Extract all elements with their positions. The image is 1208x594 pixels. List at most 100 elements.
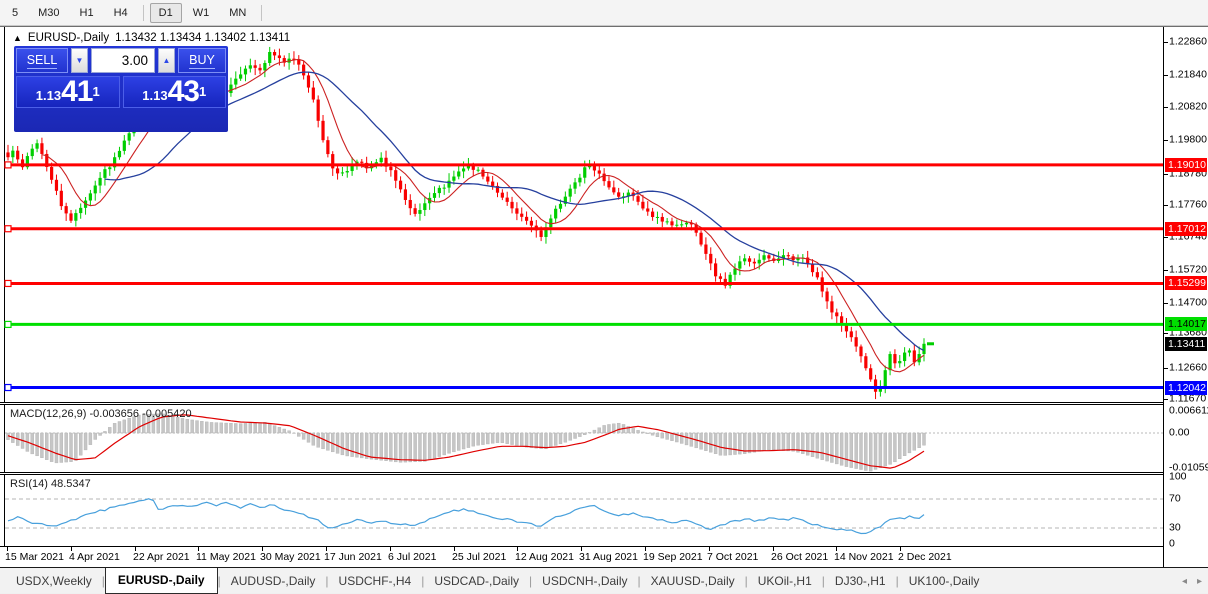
rsi-axis-label: 100 — [1169, 471, 1187, 484]
date-label: 12 Aug 2021 — [515, 551, 574, 563]
toolbar-separator — [143, 5, 144, 21]
chart-tab-usdchf-h4[interactable]: USDCHF-,H4 — [329, 570, 422, 592]
chart-tab-audusd-daily[interactable]: AUDUSD-,Daily — [221, 570, 326, 592]
buy-price-sup: 1 — [199, 77, 206, 107]
price-axis-tick — [1164, 205, 1168, 206]
sell-price-sup: 1 — [92, 77, 99, 107]
date-label: 14 Nov 2021 — [834, 551, 894, 563]
volume-input[interactable]: 3.00 — [91, 48, 155, 73]
timeframe-button-5[interactable]: 5 — [3, 3, 27, 23]
tab-scroll-nav: ◂ ▸ — [1182, 568, 1202, 594]
chevron-up-icon: ▲ — [163, 56, 171, 65]
chart-tab-usdcad-daily[interactable]: USDCAD-,Daily — [424, 570, 529, 592]
chart-tab-usdx-weekly[interactable]: USDX,Weekly — [6, 570, 102, 592]
price-axis[interactable]: 1.228601.218401.208201.198001.187801.177… — [1163, 27, 1208, 568]
buy-button-label: BUY — [189, 53, 215, 69]
timeframe-button-H4[interactable]: H4 — [105, 3, 137, 23]
buy-button[interactable]: BUY — [178, 48, 226, 73]
tab-scroll-left-icon[interactable]: ◂ — [1182, 576, 1187, 587]
price-axis-label: 1.21840 — [1169, 68, 1207, 81]
price-level-label-1.19010: 1.19010 — [1165, 158, 1207, 172]
ohlc-values: 1.13432 1.13434 1.13402 1.13411 — [115, 32, 290, 44]
sell-price-prefix: 1.13 — [36, 87, 61, 105]
price-axis-tick — [1164, 75, 1168, 76]
date-label: 15 Mar 2021 — [5, 551, 64, 563]
date-label: 25 Jul 2021 — [452, 551, 506, 563]
price-axis-tick — [1164, 42, 1168, 43]
hline-handle-1.15299[interactable] — [5, 280, 11, 286]
date-label: 22 Apr 2021 — [133, 551, 190, 563]
price-axis-tick — [1164, 237, 1168, 238]
price-axis-tick — [1164, 174, 1168, 175]
sell-button[interactable]: SELL — [16, 48, 68, 73]
macd-label: MACD(12,26,9) -0.003656 -0.005420 — [10, 408, 192, 420]
hline-handle-1.19010[interactable] — [5, 162, 11, 168]
price-axis-label: 1.22860 — [1169, 35, 1207, 48]
macd-axis-label: 0.006611 — [1169, 405, 1208, 418]
macd-values: -0.003656 -0.005420 — [89, 408, 191, 420]
date-label: 31 Aug 2021 — [579, 551, 638, 563]
price-axis-tick — [1164, 270, 1168, 271]
price-level-label-1.14017: 1.14017 — [1165, 317, 1207, 331]
volume-increase-button[interactable]: ▲ — [158, 48, 175, 73]
chart-tab-dj30-h1[interactable]: DJ30-,H1 — [825, 570, 896, 592]
chart-tab-xauusd-daily[interactable]: XAUUSD-,Daily — [641, 570, 745, 592]
hline-handle-1.17012[interactable] — [5, 226, 11, 232]
chart-tab-uk100-daily[interactable]: UK100-,Daily — [899, 570, 990, 592]
chart-tab-usdcnh-daily[interactable]: USDCNH-,Daily — [532, 570, 637, 592]
current-price-label: 1.13411 — [1165, 337, 1207, 351]
timeframe-button-W1[interactable]: W1 — [184, 3, 219, 23]
rsi-axis-label: 30 — [1169, 522, 1181, 535]
date-label: 7 Oct 2021 — [707, 551, 758, 563]
timeframe-button-MN[interactable]: MN — [220, 3, 255, 23]
date-label: 11 May 2021 — [196, 551, 256, 563]
chart-window[interactable]: ▲ EURUSD-,Daily 1.13432 1.13434 1.13402 … — [0, 26, 1208, 567]
date-label: 4 Apr 2021 — [69, 551, 120, 563]
price-axis-tick — [1164, 368, 1168, 369]
price-axis-label: 1.17760 — [1169, 198, 1207, 211]
rsi-value: 48.5347 — [51, 478, 91, 490]
chart-tab-eurusd-daily[interactable]: EURUSD-,Daily — [105, 568, 218, 594]
rsi-label: RSI(14) 48.5347 — [10, 478, 91, 490]
price-axis-tick — [1164, 140, 1168, 141]
timeframe-button-H1[interactable]: H1 — [71, 3, 103, 23]
date-label: 6 Jul 2021 — [388, 551, 436, 563]
macd-axis-label: 0.00 — [1169, 427, 1189, 440]
date-label: 30 May 2021 — [260, 551, 321, 563]
volume-decrease-button[interactable]: ▼ — [71, 48, 88, 73]
toolbar-separator — [261, 5, 262, 21]
symbol-name: EURUSD-,Daily — [28, 32, 109, 44]
buy-price-prefix: 1.13 — [142, 87, 167, 105]
sell-price[interactable]: 1.13411 — [16, 76, 120, 108]
one-click-trading-panel: SELL ▼ 3.00 ▲ BUY 1.13411 1.13431 — [14, 46, 228, 132]
rsi-name: RSI(14) — [10, 478, 48, 490]
rsi-pane[interactable] — [0, 475, 1163, 546]
price-axis-label: 1.15720 — [1169, 264, 1207, 277]
tab-scroll-right-icon[interactable]: ▸ — [1197, 576, 1202, 587]
price-axis-tick — [1164, 107, 1168, 108]
date-label: 19 Sep 2021 — [643, 551, 703, 563]
price-axis-label: 1.12660 — [1169, 361, 1207, 374]
price-level-label-1.17012: 1.17012 — [1165, 222, 1207, 236]
timeframe-toolbar: 5M30H1H4 D1W1MN — [0, 0, 1208, 26]
date-label: 17 Jun 2021 — [324, 551, 382, 563]
sell-price-big: 41 — [61, 79, 92, 105]
chart-tab-ukoil-h1[interactable]: UKOil-,H1 — [748, 570, 822, 592]
date-label: 2 Dec 2021 — [898, 551, 952, 563]
price-axis-label: 1.19800 — [1169, 133, 1207, 146]
timeframe-button-D1[interactable]: D1 — [150, 3, 182, 23]
price-axis-label: 1.14700 — [1169, 296, 1207, 309]
timeframe-button-M30[interactable]: M30 — [29, 3, 68, 23]
price-level-label-1.12042: 1.12042 — [1165, 381, 1207, 395]
price-axis-label: 1.20820 — [1169, 101, 1207, 114]
rsi-axis-label: 0 — [1169, 538, 1175, 551]
sell-button-label: SELL — [27, 53, 58, 69]
price-level-label-1.15299: 1.15299 — [1165, 276, 1207, 290]
price-axis-tick — [1164, 333, 1168, 334]
hline-handle-1.14017[interactable] — [5, 321, 11, 327]
buy-price-big: 43 — [168, 79, 199, 105]
rsi-axis-label: 70 — [1169, 493, 1181, 506]
buy-price[interactable]: 1.13431 — [123, 76, 227, 108]
date-axis[interactable]: 15 Mar 2021 4 Apr 2021 22 Apr 2021 11 May 2… — [0, 546, 1163, 568]
hline-handle-1.12042[interactable] — [5, 385, 11, 391]
